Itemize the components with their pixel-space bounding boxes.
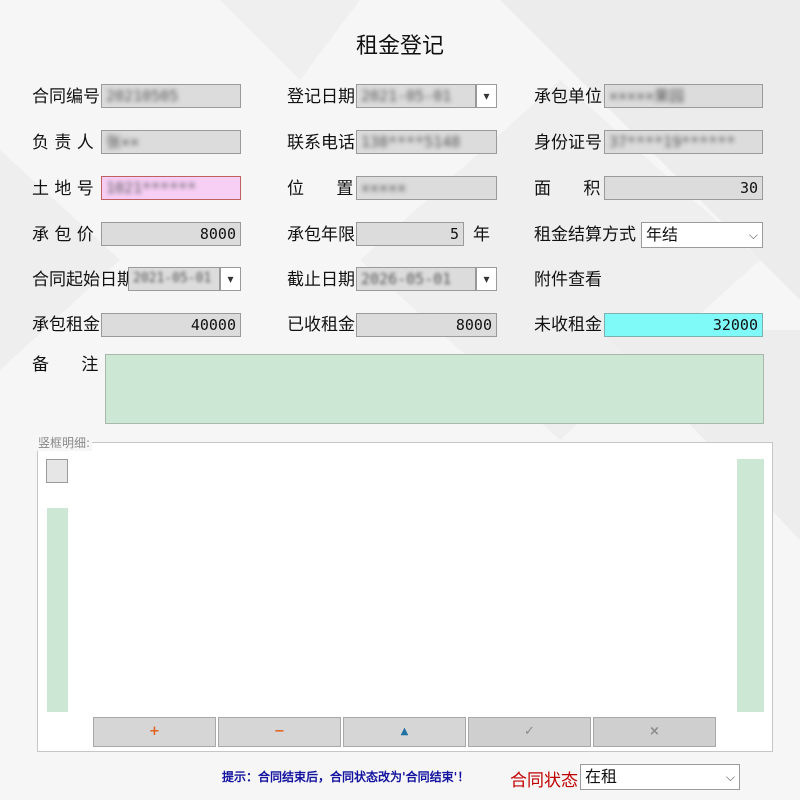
page-title: 租金登记	[355, 34, 444, 59]
price-label: 承 包 价	[32, 225, 94, 245]
rent-total-label: 承包租金	[32, 315, 100, 335]
remove-button[interactable]: −	[218, 717, 341, 747]
remark-label: 备 注	[32, 355, 99, 375]
price-field[interactable]: 8000	[101, 222, 241, 246]
grid-scrollbar[interactable]	[737, 459, 764, 712]
confirm-button[interactable]: ✓	[468, 717, 591, 747]
cancel-button[interactable]: ×	[593, 717, 716, 747]
rent-unpaid-field[interactable]: 32000	[604, 313, 763, 337]
chevron-down-icon: ▾	[227, 272, 234, 286]
chevron-down-icon: ⌵	[725, 770, 735, 784]
settle-label: 租金结算方式	[534, 225, 636, 245]
reg-date-dropdown[interactable]: ▾	[476, 84, 497, 108]
location-field[interactable]: ×××××	[356, 176, 497, 200]
rent-total-field[interactable]: 40000	[101, 313, 241, 337]
end-date-dropdown[interactable]: ▾	[476, 267, 497, 291]
location-label: 位 置	[287, 179, 354, 199]
phone-field[interactable]: 138****5148	[356, 130, 497, 154]
end-date-field[interactable]: 2026-05-01	[356, 267, 476, 291]
land-no-label: 土 地 号	[32, 179, 94, 199]
rent-received-label: 已收租金	[287, 315, 355, 335]
years-label: 承包年限	[287, 225, 355, 245]
settle-select[interactable]: 年结 ⌵	[641, 222, 763, 248]
chevron-down-icon: ▾	[483, 272, 490, 286]
years-field[interactable]: 5	[356, 222, 464, 246]
detail-group-label: 竖框明细:	[36, 434, 93, 451]
rent-received-field[interactable]: 8000	[356, 313, 497, 337]
area-label: 面 积	[534, 179, 601, 199]
contractor-label: 承包单位	[534, 87, 602, 107]
detail-groupbox	[37, 442, 773, 752]
start-date-label: 合同起始日期	[32, 270, 134, 290]
chevron-down-icon: ▾	[483, 89, 490, 103]
contract-no-label: 合同编号	[32, 87, 100, 107]
contract-no-field[interactable]: 20210505	[101, 84, 241, 108]
settle-select-value: 年结	[646, 225, 679, 244]
rent-unpaid-label: 未收租金	[534, 315, 602, 335]
move-up-button[interactable]: ▲	[343, 717, 466, 747]
attach-link[interactable]: 附件查看	[534, 267, 602, 293]
land-no-field[interactable]: 1021******	[101, 176, 241, 200]
status-select-value: 在租	[585, 767, 618, 786]
remark-field[interactable]	[105, 354, 764, 424]
phone-label: 联系电话	[287, 133, 355, 153]
start-date-field[interactable]: 2021-05-01	[128, 267, 220, 291]
status-select[interactable]: 在租 ⌵	[580, 764, 740, 790]
add-button[interactable]: +	[93, 717, 216, 747]
reg-date-label: 登记日期	[287, 87, 355, 107]
start-date-dropdown[interactable]: ▾	[220, 267, 241, 291]
person-field[interactable]: 张××	[101, 130, 241, 154]
years-unit: 年	[473, 225, 490, 245]
contractor-field[interactable]: ×××××果园	[604, 84, 763, 108]
end-date-label: 截止日期	[287, 270, 355, 290]
area-field[interactable]: 30	[604, 176, 763, 200]
grid-left-bar	[47, 508, 68, 712]
status-label: 合同状态	[510, 771, 578, 791]
idcard-field[interactable]: 37****19******	[604, 130, 763, 154]
hint-text: 提示：合同结束后，合同状态改为'合同结束'！	[222, 770, 470, 784]
reg-date-field[interactable]: 2021-05-01	[356, 84, 476, 108]
idcard-label: 身份证号	[534, 133, 602, 153]
chevron-down-icon: ⌵	[748, 228, 758, 242]
person-label: 负 责 人	[32, 133, 94, 153]
grid-corner-button[interactable]	[46, 459, 68, 483]
